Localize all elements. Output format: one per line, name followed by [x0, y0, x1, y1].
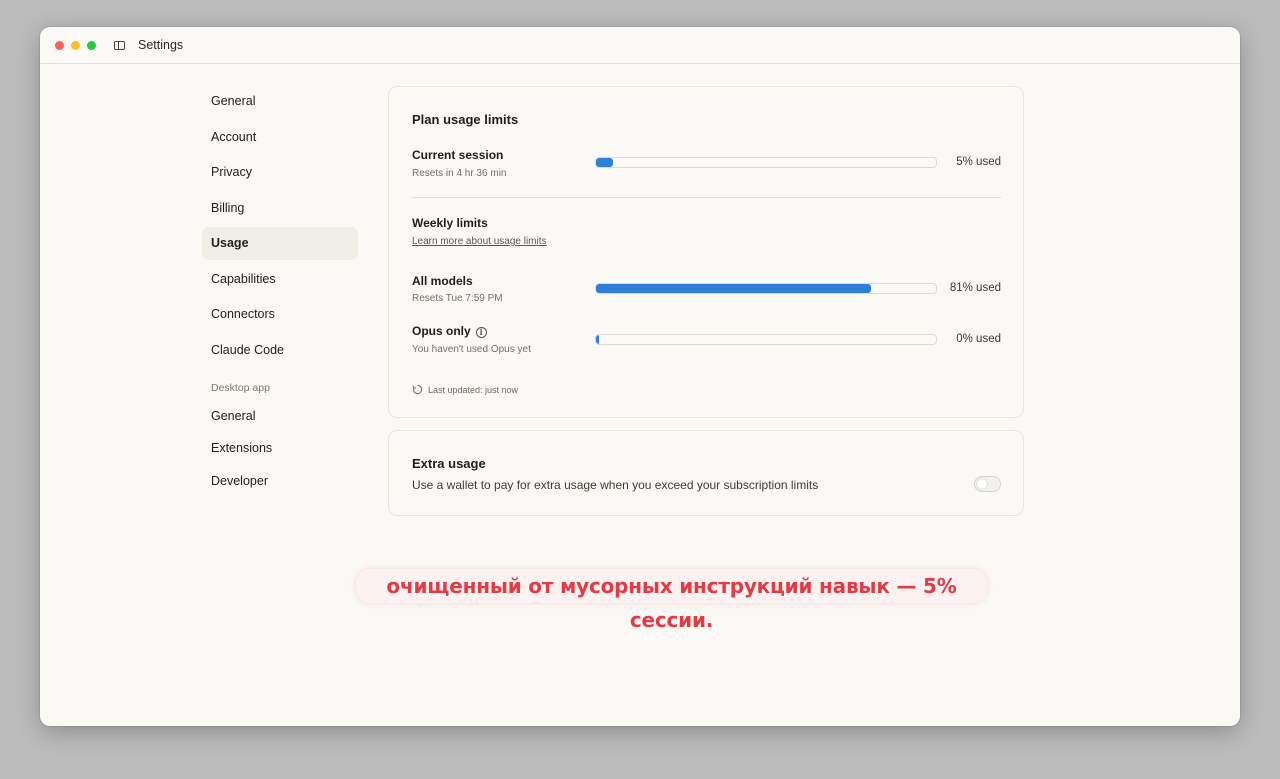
- plan-usage-card: Plan usage limits Current session Resets…: [388, 86, 1024, 418]
- nav-item-usage[interactable]: Usage: [202, 227, 358, 260]
- info-icon[interactable]: i: [475, 327, 487, 338]
- all-models-used: 81% used: [949, 282, 1001, 294]
- extra-usage-toggle[interactable]: [974, 476, 1001, 492]
- sidebar-toggle-icon[interactable]: [114, 40, 125, 50]
- maximize-window-button[interactable]: [87, 40, 96, 50]
- window-title: Settings: [138, 38, 184, 52]
- all-models-reset: Resets Tue 7:59 PM: [412, 293, 503, 304]
- nav-item-capabilities[interactable]: Capabilities: [202, 263, 358, 296]
- nav-item-developer[interactable]: Developer: [202, 466, 358, 497]
- refresh-icon[interactable]: [412, 384, 423, 395]
- nav-item-connectors[interactable]: Connectors: [202, 298, 358, 331]
- opus-only-progress-fill: [596, 335, 600, 344]
- opus-only-row-label: Opus only i: [412, 324, 487, 338]
- nav-section-desktop-app: Desktop app: [211, 381, 270, 394]
- opus-only-used: 0% used: [956, 333, 1001, 345]
- extra-usage-description: Use a wallet to pay for extra usage when…: [412, 478, 819, 492]
- toggle-knob: [977, 479, 987, 489]
- last-updated: Last updated: just now: [412, 384, 518, 395]
- last-updated-text: Last updated: just now: [428, 384, 519, 395]
- opus-only-label: Opus only: [412, 324, 471, 338]
- all-models-progress: [595, 283, 937, 294]
- extra-usage-title: Extra usage: [412, 456, 486, 471]
- nav-item-general[interactable]: General: [202, 85, 358, 118]
- opus-only-status: You haven't used Opus yet: [412, 344, 531, 355]
- current-session-progress-fill: [596, 158, 613, 167]
- opus-only-progress: [595, 334, 937, 345]
- nav-item-privacy[interactable]: Privacy: [202, 156, 358, 189]
- current-session-reset: Resets in 4 hr 36 min: [412, 168, 507, 179]
- nav-item-claude-code[interactable]: Claude Code: [202, 334, 358, 367]
- all-models-label: All models: [412, 274, 473, 288]
- current-session-progress: [595, 157, 937, 168]
- section-divider: [412, 197, 1001, 198]
- nav-item-billing[interactable]: Billing: [202, 192, 358, 225]
- minimize-window-button[interactable]: [71, 40, 80, 50]
- nav-item-desktop-general[interactable]: General: [202, 401, 358, 432]
- weekly-limits-title: Weekly limits: [412, 216, 488, 230]
- extra-usage-card: Extra usage Use a wallet to pay for extr…: [388, 430, 1024, 516]
- learn-more-link[interactable]: Learn more about usage limits: [412, 236, 547, 247]
- caption-overlay: очищенный от мусорных инструкций навык —…: [356, 569, 987, 632]
- current-session-used: 5% used: [956, 156, 1001, 168]
- close-window-button[interactable]: [55, 40, 64, 50]
- plan-usage-title: Plan usage limits: [412, 112, 519, 127]
- all-models-progress-fill: [596, 284, 872, 293]
- settings-nav: General Account Privacy Billing Usage Ca…: [202, 85, 358, 498]
- title-bar: Settings: [40, 27, 1240, 64]
- nav-item-extensions[interactable]: Extensions: [202, 433, 358, 464]
- nav-item-account[interactable]: Account: [202, 121, 358, 154]
- window-controls: [55, 40, 96, 50]
- current-session-label: Current session: [412, 148, 504, 162]
